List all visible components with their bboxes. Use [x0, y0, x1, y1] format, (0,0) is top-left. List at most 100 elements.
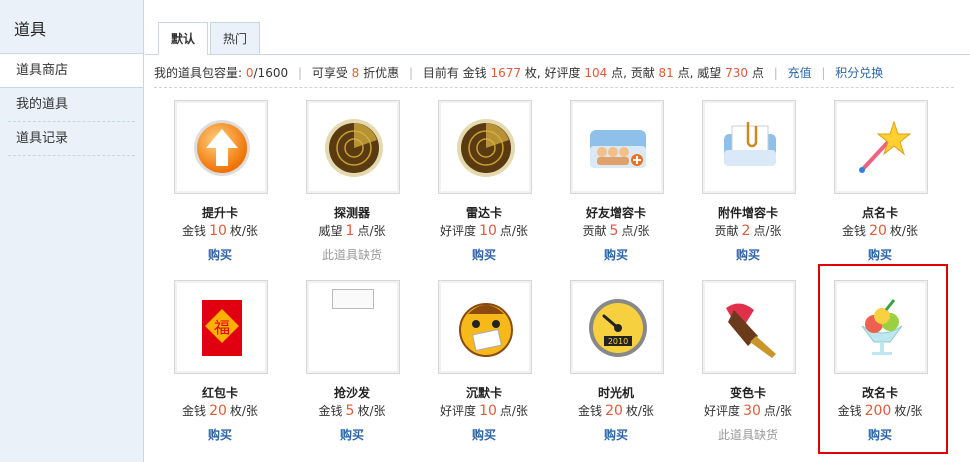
money-unit: 枚, 好评度	[524, 66, 581, 80]
buy-button[interactable]: 购买	[286, 426, 418, 443]
buy-button[interactable]: 购买	[814, 246, 946, 263]
item-name: 好友增容卡	[585, 206, 646, 220]
status-info-bar: 我的道具包容量: 0/1600 | 可享受 8 折优惠 | 目前有 金钱 167…	[154, 66, 884, 80]
star-wand-icon	[859, 120, 912, 173]
sidebar: 道具 道具商店 我的道具 道具记录	[0, 0, 144, 462]
item-name: 红包卡	[201, 386, 238, 400]
item-card: 抢沙发 金钱 5 枚/张 购买	[286, 276, 418, 446]
have-prefix: 目前有 金钱	[422, 66, 487, 80]
item-price: 金钱 20 枚/张	[842, 223, 918, 239]
item-thumbnail[interactable]	[834, 100, 928, 194]
item-thumbnail[interactable]	[438, 280, 532, 374]
tab-bar: 默认 热门	[158, 22, 262, 55]
rep-unit: 点, 贡献	[611, 66, 655, 80]
item-name: 抢沙发	[333, 386, 370, 400]
points-exchange-link[interactable]: 积分兑换	[835, 66, 883, 80]
silenced-face-icon	[459, 303, 513, 357]
friends-card-icon	[590, 130, 646, 168]
divider	[154, 87, 954, 88]
buy-button[interactable]: 购买	[418, 426, 550, 443]
money-value: 1677	[490, 66, 522, 80]
item-thumbnail[interactable]	[834, 280, 928, 374]
item-thumbnail[interactable]	[306, 100, 400, 194]
item-price: 威望 1 点/张	[318, 223, 386, 239]
gauge-icon: 2010	[589, 299, 647, 357]
item-card: 福 红包卡 金钱 20 枚/张 购买	[154, 276, 286, 446]
discount-suffix: 折优惠	[363, 66, 400, 80]
item-name: 提升卡	[201, 206, 238, 220]
tab-popular[interactable]: 热门	[210, 22, 261, 54]
tab-default[interactable]: 默认	[158, 22, 209, 55]
prestige-unit: 点	[751, 66, 764, 80]
item-name: 雷达卡	[465, 206, 502, 220]
buy-button[interactable]: 购买	[814, 426, 946, 443]
paint-brush-icon	[726, 303, 776, 358]
sidebar-item-shop[interactable]: 道具商店	[0, 54, 143, 88]
red-envelope-icon: 福	[202, 300, 242, 356]
sidebar-item-my-items[interactable]: 我的道具	[8, 88, 135, 122]
item-thumbnail[interactable]: 2010	[570, 280, 664, 374]
buy-button[interactable]: 购买	[418, 246, 550, 263]
item-card: 变色卡 好评度 30 点/张 此道具缺货	[682, 276, 814, 446]
buy-button[interactable]: 购买	[682, 246, 814, 263]
item-price: 金钱 200 枚/张	[837, 403, 923, 419]
prestige-value: 730	[725, 66, 749, 80]
out-of-stock-label: 此道具缺货	[717, 428, 778, 442]
ice-cream-icon	[861, 299, 903, 355]
item-name: 变色卡	[729, 386, 766, 400]
item-price: 贡献 2 点/张	[714, 223, 782, 239]
radar-icon	[325, 119, 383, 177]
buy-button[interactable]: 购买	[154, 426, 286, 443]
item-name: 沉默卡	[465, 386, 502, 400]
item-price: 好评度 10 点/张	[440, 223, 528, 239]
capacity-used: 0	[245, 66, 254, 80]
item-card: 好友增容卡 贡献 5 点/张 购买	[550, 96, 682, 266]
item-price: 好评度 30 点/张	[704, 403, 792, 419]
item-card: 雷达卡 好评度 10 点/张 购买	[418, 96, 550, 266]
item-thumbnail[interactable]	[702, 280, 796, 374]
item-name: 改名卡	[861, 386, 898, 400]
item-name: 附件增容卡	[717, 206, 778, 220]
sidebar-item-records[interactable]: 道具记录	[8, 122, 135, 156]
recharge-link[interactable]: 充值	[788, 66, 812, 80]
item-card: 附件增容卡 贡献 2 点/张 购买	[682, 96, 814, 266]
buy-button[interactable]: 购买	[550, 426, 682, 443]
discount-prefix: 可享受	[311, 66, 348, 80]
main-panel: 默认 热门 我的道具包容量: 0/1600 | 可享受 8 折优惠 | 目前有 …	[145, 0, 970, 462]
item-card: 提升卡 金钱 10 枚/张 购买	[154, 96, 286, 266]
item-thumbnail[interactable]	[570, 100, 664, 194]
contrib-value: 81	[658, 66, 674, 80]
item-price: 金钱 20 枚/张	[578, 403, 654, 419]
item-card: 沉默卡 好评度 10 点/张 购买	[418, 276, 550, 446]
broken-image-icon	[332, 289, 374, 309]
out-of-stock-label: 此道具缺货	[321, 248, 382, 262]
item-price: 金钱 10 枚/张	[182, 223, 258, 239]
buy-button[interactable]: 购买	[550, 246, 682, 263]
contrib-unit: 点, 威望	[677, 66, 722, 80]
rep-value: 104	[584, 66, 608, 80]
item-price: 金钱 20 枚/张	[182, 403, 258, 419]
item-thumbnail[interactable]	[306, 280, 400, 374]
item-card: 点名卡 金钱 20 枚/张 购买	[814, 96, 946, 266]
arrow-up-icon	[194, 120, 250, 176]
capacity-total: /1600	[253, 66, 289, 80]
radar-icon	[457, 119, 515, 177]
item-name: 时光机	[597, 386, 634, 400]
item-name: 探测器	[333, 206, 370, 220]
item-name: 点名卡	[861, 206, 898, 220]
discount-value: 8	[351, 66, 360, 80]
sidebar-title: 道具	[0, 0, 143, 54]
item-card: 探测器 威望 1 点/张 此道具缺货	[286, 96, 418, 266]
item-thumbnail[interactable]	[438, 100, 532, 194]
buy-button[interactable]: 购买	[154, 246, 286, 263]
item-price: 好评度 10 点/张	[440, 403, 528, 419]
paperclip-icon	[724, 122, 776, 166]
svg-text:福: 福	[214, 318, 230, 337]
item-thumbnail[interactable]: 福	[174, 280, 268, 374]
capacity-label: 我的道具包容量:	[154, 66, 243, 80]
item-price: 金钱 5 枚/张	[318, 403, 386, 419]
item-thumbnail[interactable]	[702, 100, 796, 194]
tab-divider	[145, 54, 970, 55]
svg-text:2010: 2010	[608, 337, 628, 346]
item-thumbnail[interactable]	[174, 100, 268, 194]
